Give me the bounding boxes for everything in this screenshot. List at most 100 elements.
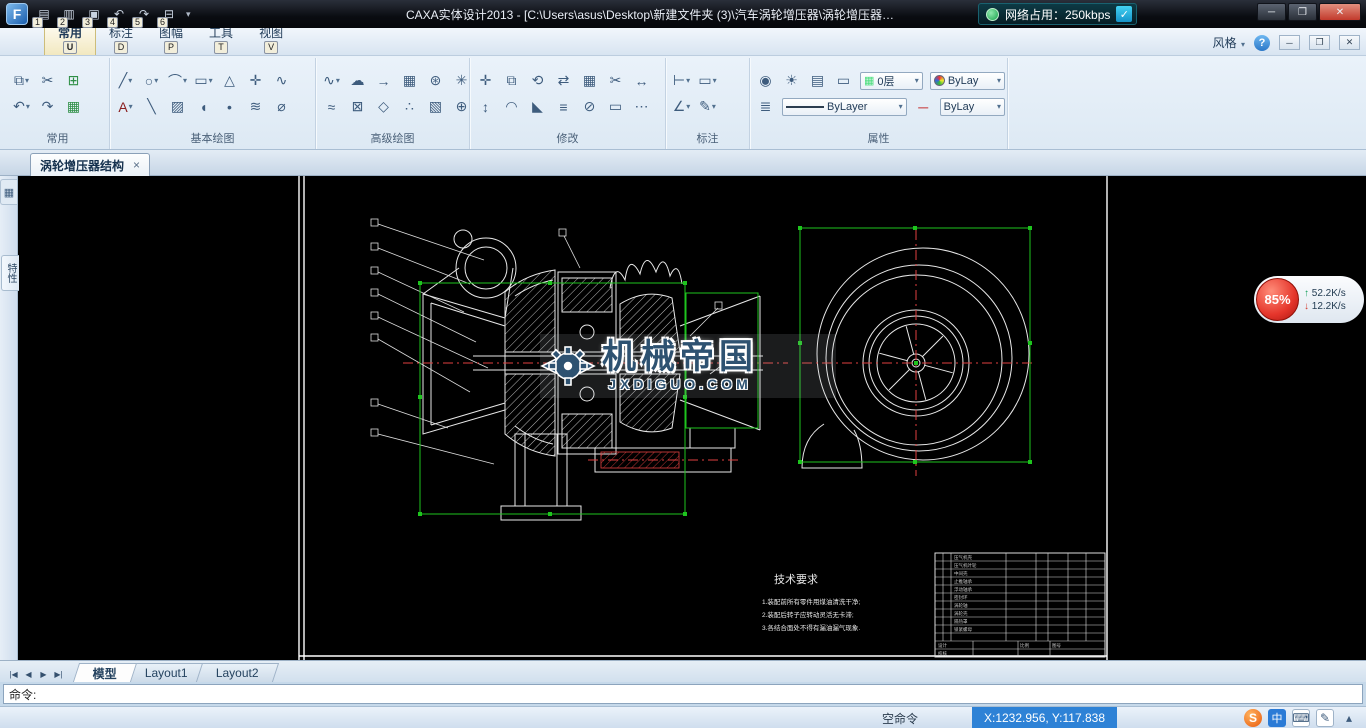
cut-icon[interactable]: ✂	[38, 71, 57, 90]
move-icon[interactable]: ✛	[476, 71, 495, 90]
close-button[interactable]: ✕	[1319, 3, 1361, 21]
layer-select[interactable]: ▦ 0层 ▾	[860, 72, 923, 90]
hatch2-icon[interactable]: ▧	[426, 97, 445, 116]
mirror-icon[interactable]: ⇄	[554, 71, 573, 90]
therefore-icon[interactable]: ∴	[400, 97, 419, 116]
extend-icon[interactable]: ↔	[632, 71, 651, 90]
qat-customize-icon[interactable]: ▾	[186, 9, 191, 20]
spline-icon[interactable]: ∿	[272, 71, 291, 90]
rect-icon[interactable]: ▭▾	[194, 71, 213, 90]
ellipse-icon[interactable]: ◖	[194, 97, 213, 116]
print-layer-icon[interactable]: ▤	[808, 71, 827, 90]
drawing-canvas[interactable]: 技术要求 1.装配前所有零件用煤油清洗干净; 2.装配后转子应转动灵活无卡滞; …	[18, 176, 1366, 660]
frame-icon[interactable]: ▭	[834, 71, 853, 90]
line-icon[interactable]: ╱▾	[116, 71, 135, 90]
undo-icon[interactable]: ↶4	[110, 5, 128, 23]
copy-obj-icon[interactable]: ⧉	[502, 71, 521, 90]
diameter-icon[interactable]: ⌀	[272, 97, 291, 116]
rhombus-icon[interactable]: ◇	[374, 97, 393, 116]
library-panel-icon[interactable]: ▦	[0, 179, 17, 205]
last-sheet-icon[interactable]: ▶|	[51, 666, 66, 682]
dim-color-icon[interactable]: ─	[914, 97, 933, 116]
tab-dimension[interactable]: 标注 D	[96, 24, 146, 55]
text-icon[interactable]: A▾	[116, 97, 135, 116]
dim-style-select[interactable]: ByLay ▾	[940, 98, 1005, 116]
prev-sheet-icon[interactable]: ◀	[21, 666, 36, 682]
ime-language-icon[interactable]: 中	[1268, 709, 1286, 727]
new-file-icon[interactable]: ▤1	[35, 5, 53, 23]
doc-restore-button[interactable]: ❐	[1309, 35, 1330, 50]
maximize-button[interactable]: ❐	[1288, 3, 1317, 21]
layer-sun-icon[interactable]: ☀	[782, 71, 801, 90]
copy-icon[interactable]: ⊞	[64, 71, 83, 90]
help-icon[interactable]: ?	[1254, 35, 1270, 51]
sheet-tab-layout2[interactable]: Layout2	[196, 663, 279, 682]
more-icon[interactable]: ⋯	[632, 97, 651, 116]
undo-tool-icon[interactable]: ↶▾	[12, 97, 31, 116]
break-icon[interactable]: ⊘	[580, 97, 599, 116]
redo-tool-icon[interactable]: ↷	[38, 97, 57, 116]
stretch-icon[interactable]: ▭	[606, 97, 625, 116]
first-sheet-icon[interactable]: |◀	[6, 666, 21, 682]
redo-icon[interactable]: ↷5	[135, 5, 153, 23]
array-icon[interactable]: ▦	[580, 71, 599, 90]
sheet-tab-layout1[interactable]: Layout1	[125, 663, 208, 682]
equidistant-icon[interactable]: ≋	[246, 97, 265, 116]
table-icon[interactable]: ▦	[400, 71, 419, 90]
trim-icon[interactable]: ✂	[606, 71, 625, 90]
side-tab-properties[interactable]: 特性	[1, 255, 19, 291]
save-icon[interactable]: ▣3	[85, 5, 103, 23]
doc-minimize-button[interactable]: ─	[1279, 35, 1300, 50]
grid-snap-icon[interactable]: ▦	[64, 97, 83, 116]
paste-icon[interactable]: ⧉▾	[12, 71, 31, 90]
tray-expand-icon[interactable]: ▴	[1340, 709, 1358, 727]
keyboard-icon[interactable]: ⌨	[1292, 709, 1310, 727]
network-check-icon[interactable]: ✓	[1116, 6, 1132, 22]
dim-edit-icon[interactable]: ✎▾	[698, 97, 717, 116]
app-logo-icon[interactable]: F	[6, 3, 28, 25]
dim-angle-icon[interactable]: ∠▾	[672, 97, 691, 116]
insert-icon[interactable]: ⊕	[452, 97, 471, 116]
cloud-icon[interactable]: ☁	[348, 71, 367, 90]
rotate-icon[interactable]: ⟲	[528, 71, 547, 90]
tab-close-icon[interactable]: ×	[133, 158, 140, 172]
dim-linear-icon[interactable]: ⊢▾	[672, 71, 691, 90]
pen-icon[interactable]: ✎	[1316, 709, 1334, 727]
linewidth-icon[interactable]: ≣	[756, 97, 775, 116]
open-file-icon[interactable]: ▥2	[60, 5, 78, 23]
linetype-select[interactable]: ByLayer ▾	[782, 98, 907, 116]
dim-style-icon[interactable]: ▭▾	[698, 71, 717, 90]
tab-view[interactable]: 视图 V	[246, 24, 296, 55]
fillet-icon[interactable]: ◠	[502, 97, 521, 116]
offset-icon[interactable]: ≡	[554, 97, 573, 116]
color-select[interactable]: ByLay ▾	[930, 72, 1005, 90]
minimize-button[interactable]: ─	[1257, 3, 1286, 21]
block-icon[interactable]: ⊠	[348, 97, 367, 116]
doc-close-button[interactable]: ✕	[1339, 35, 1360, 50]
curve-icon[interactable]: ∿▾	[322, 71, 341, 90]
point-icon[interactable]: •	[220, 97, 239, 116]
center-icon[interactable]: ✛	[246, 71, 265, 90]
sogou-icon[interactable]: S	[1244, 709, 1262, 727]
hatch-icon[interactable]: ▨	[168, 97, 187, 116]
line2-icon[interactable]: ╲	[142, 97, 161, 116]
scale-icon[interactable]: ↕	[476, 97, 495, 116]
command-input[interactable]: 命令:	[3, 684, 1363, 704]
next-sheet-icon[interactable]: ▶	[36, 666, 51, 682]
netspeed-widget[interactable]: 85% ↑ 52.2K/s ↓ 12.2K/s	[1254, 276, 1364, 323]
layer-on-icon[interactable]: ◉	[756, 71, 775, 90]
circle-icon[interactable]: ○▾	[142, 71, 161, 90]
polygon-icon[interactable]: △	[220, 71, 239, 90]
style-dropdown[interactable]: 风格 ▾	[1213, 34, 1245, 51]
arc-icon[interactable]: ⌒▾	[168, 71, 187, 90]
gear-icon[interactable]: ⊛	[426, 71, 445, 90]
wave-icon[interactable]: ≈	[322, 97, 341, 116]
arrow-icon[interactable]: →	[374, 71, 393, 90]
sheet-tab-model[interactable]: 模型	[73, 663, 137, 682]
tab-tools[interactable]: 工具 T	[196, 24, 246, 55]
chamfer-icon[interactable]: ◣	[528, 97, 547, 116]
star-icon[interactable]: ✳	[452, 71, 471, 90]
document-tab[interactable]: 涡轮增压器结构 ×	[30, 153, 150, 176]
print-icon[interactable]: ⊟6	[160, 5, 178, 23]
tab-sheet[interactable]: 图幅 P	[146, 24, 196, 55]
